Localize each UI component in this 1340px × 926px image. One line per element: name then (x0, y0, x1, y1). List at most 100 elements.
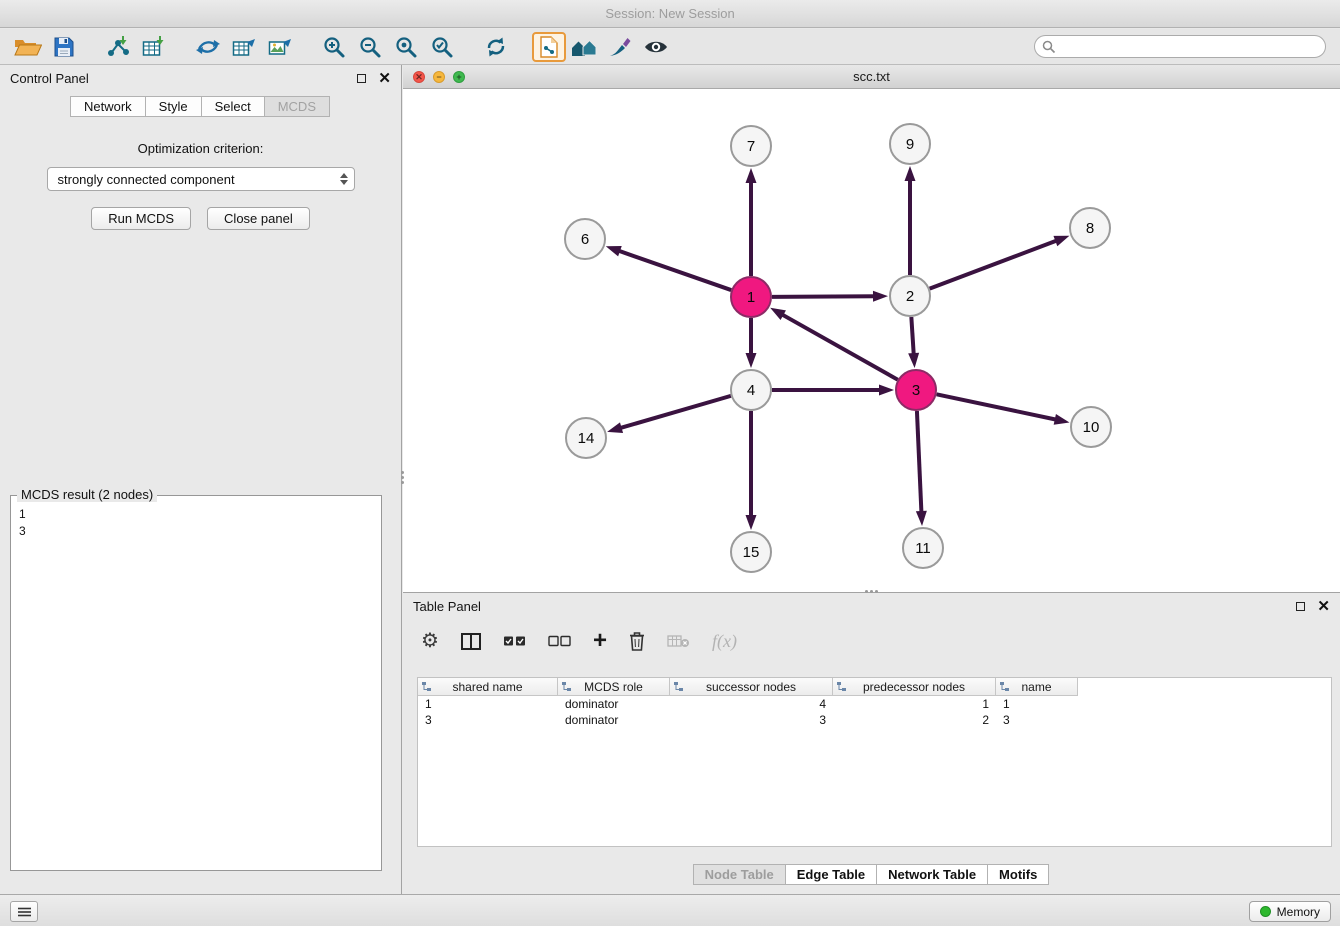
tab-select[interactable]: Select (201, 96, 265, 117)
sort-column-icon[interactable] (673, 681, 684, 695)
show-columns-icon[interactable] (461, 633, 481, 650)
table-cell[interactable]: 3 (670, 713, 833, 727)
delete-column-icon[interactable] (629, 631, 645, 651)
maximize-window-icon[interactable]: + (453, 71, 465, 83)
table-cell[interactable]: 4 (670, 697, 833, 711)
close-panel-button[interactable]: Close panel (207, 207, 310, 230)
sort-column-icon[interactable] (836, 681, 847, 695)
mcds-result-line: 1 (19, 506, 373, 523)
apply-preferred-layout-icon[interactable] (566, 32, 602, 62)
mcds-result-list[interactable]: 13 (11, 496, 381, 540)
graph-node-1[interactable]: 1 (731, 277, 771, 317)
zoom-fit-icon[interactable] (388, 32, 424, 62)
zoom-in-icon[interactable] (316, 32, 352, 62)
deselect-all-rows-icon[interactable] (548, 635, 571, 647)
table-cell[interactable]: 1 (996, 697, 1078, 711)
column-header-shared-name[interactable]: shared name (418, 678, 558, 696)
zoom-selected-icon[interactable] (424, 32, 460, 62)
tab-mcds[interactable]: MCDS (264, 96, 330, 117)
close-panel-icon[interactable]: ✕ (378, 71, 391, 86)
save-session-icon[interactable] (46, 32, 82, 62)
graph-edge[interactable] (781, 314, 897, 380)
table-cell[interactable]: 3 (418, 713, 558, 727)
table-cell[interactable]: 3 (996, 713, 1078, 727)
table-cell[interactable]: 2 (833, 713, 996, 727)
graph-node-15[interactable]: 15 (731, 532, 771, 572)
criterion-dropdown[interactable]: strongly connected component (47, 167, 355, 191)
network-canvas[interactable]: 7 9 6 8 1 2 4 3 14 10 15 11 (403, 89, 1340, 592)
column-header-MCDS-role[interactable]: MCDS role (558, 678, 670, 696)
graph-node-6[interactable]: 6 (565, 219, 605, 259)
horizontal-splitter-handle[interactable] (860, 588, 882, 595)
svg-text:4: 4 (747, 382, 755, 399)
add-column-icon[interactable]: + (593, 629, 607, 653)
column-header-predecessor-nodes[interactable]: predecessor nodes (833, 678, 996, 696)
vertical-splitter-handle[interactable] (399, 466, 406, 488)
export-table-icon[interactable] (226, 32, 262, 62)
graph-node-10[interactable]: 10 (1071, 407, 1111, 447)
zoom-out-icon[interactable] (352, 32, 388, 62)
list-icon (18, 907, 31, 917)
graph-edge[interactable] (937, 394, 1057, 419)
graph-edge[interactable] (772, 296, 875, 297)
edge-arrowhead-icon (1053, 236, 1069, 246)
float-panel-icon[interactable] (357, 74, 366, 83)
graph-edge[interactable] (917, 411, 922, 513)
graph-node-3[interactable]: 3 (896, 370, 936, 410)
graph-node-11[interactable]: 11 (903, 528, 943, 568)
float-table-panel-icon[interactable] (1296, 602, 1305, 611)
minimize-window-icon[interactable]: − (433, 71, 445, 83)
task-history-button[interactable] (10, 901, 38, 922)
graph-node-9[interactable]: 9 (890, 124, 930, 164)
graph-node-7[interactable]: 7 (731, 126, 771, 166)
show-hide-panel-icon[interactable] (638, 32, 674, 62)
close-window-icon[interactable]: ✕ (413, 71, 425, 83)
tab-node-table[interactable]: Node Table (693, 864, 786, 885)
table-cell[interactable]: 1 (833, 697, 996, 711)
graph-edge[interactable] (618, 251, 731, 291)
sort-column-icon[interactable] (999, 681, 1010, 695)
select-all-rows-icon[interactable] (503, 635, 526, 647)
style-brush-icon[interactable] (602, 32, 638, 62)
column-header-name[interactable]: name (996, 678, 1078, 696)
node-table: shared name MCDS role successor nodesprede… (417, 677, 1332, 847)
import-network-from-file-icon[interactable] (100, 32, 136, 62)
tab-motifs[interactable]: Motifs (987, 864, 1049, 885)
table-settings-gear-icon[interactable]: ⚙ (421, 631, 439, 651)
tab-network[interactable]: Network (70, 96, 146, 117)
table-row[interactable]: 3dominator323 (418, 712, 1331, 728)
column-header-successor-nodes[interactable]: successor nodes (670, 678, 833, 696)
search-input[interactable] (1034, 35, 1326, 58)
control-panel: Control Panel ✕ NetworkStyleSelectMCDS O… (0, 65, 402, 894)
memory-button[interactable]: Memory (1249, 901, 1331, 922)
column-header-label: name (1021, 680, 1051, 694)
control-panel-tabs: NetworkStyleSelectMCDS (0, 96, 401, 117)
table-cell[interactable]: dominator (558, 697, 670, 711)
graph-node-14[interactable]: 14 (566, 418, 606, 458)
import-table-from-file-icon[interactable] (136, 32, 172, 62)
graph-node-2[interactable]: 2 (890, 276, 930, 316)
table-cell[interactable]: 1 (418, 697, 558, 711)
refresh-network-icon[interactable] (478, 32, 514, 62)
sort-column-icon[interactable] (561, 681, 572, 695)
graph-node-8[interactable]: 8 (1070, 208, 1110, 248)
tab-edge-table[interactable]: Edge Table (785, 864, 877, 885)
column-header-label: MCDS role (584, 680, 643, 694)
sort-column-icon[interactable] (421, 681, 432, 695)
new-network-icon[interactable] (190, 32, 226, 62)
import-network-highlighted-icon[interactable] (532, 32, 566, 62)
tab-network-table[interactable]: Network Table (876, 864, 988, 885)
graph-edge[interactable] (930, 240, 1058, 288)
graph-edge[interactable] (911, 317, 913, 355)
tab-style[interactable]: Style (145, 96, 202, 117)
graph-edge[interactable] (620, 396, 731, 428)
table-cell[interactable]: dominator (558, 713, 670, 727)
close-table-panel-icon[interactable]: ✕ (1317, 599, 1330, 614)
open-file-icon[interactable] (10, 32, 46, 62)
graph-node-4[interactable]: 4 (731, 370, 771, 410)
export-image-icon[interactable] (262, 32, 298, 62)
svg-text:14: 14 (578, 430, 595, 447)
memory-label: Memory (1277, 905, 1320, 919)
table-row[interactable]: 1dominator411 (418, 696, 1331, 712)
run-mcds-button[interactable]: Run MCDS (91, 207, 191, 230)
